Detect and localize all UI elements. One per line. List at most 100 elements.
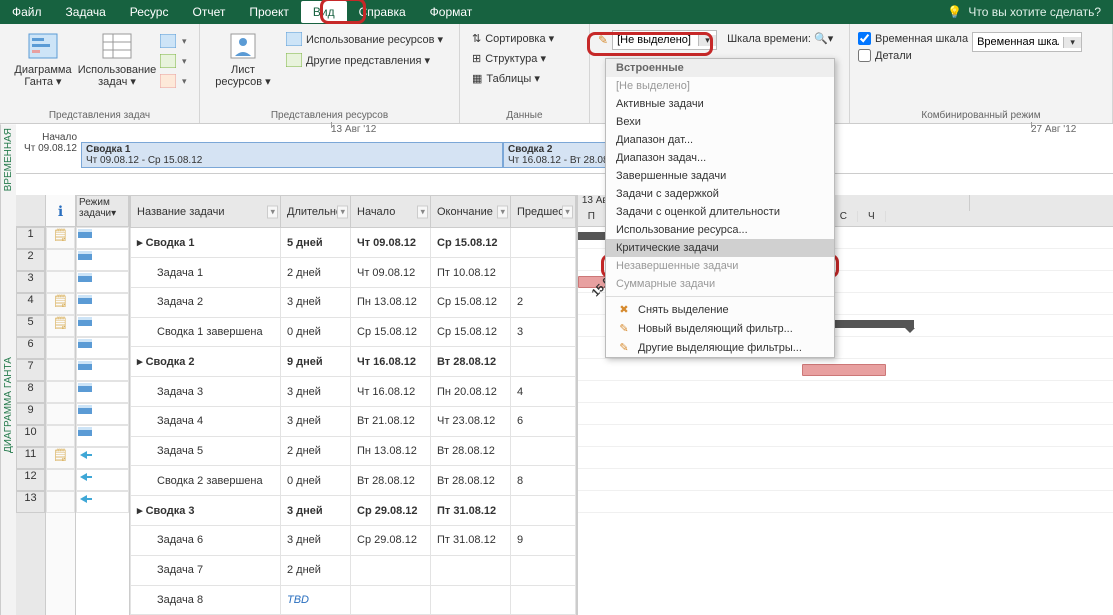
- note-icon: 🗒: [53, 316, 68, 330]
- info-cell: [46, 381, 75, 403]
- details-checkbox[interactable]: Детали: [858, 49, 968, 62]
- filter-menu-item[interactable]: Активные задачи: [606, 95, 834, 113]
- filter-menu-item[interactable]: Диапазон дат...: [606, 131, 834, 149]
- filter-menu-item[interactable]: Вехи: [606, 113, 834, 131]
- tellme-text[interactable]: Что вы хотите сделать?: [968, 5, 1101, 19]
- table-row[interactable]: ▸ Сводка 29 днейЧт 16.08.12Вт 28.08.12: [131, 347, 576, 377]
- row-header[interactable]: 3: [16, 271, 45, 293]
- menu-отчет[interactable]: Отчет: [180, 1, 237, 23]
- filter-menu-item[interactable]: Незавершенные задачи: [606, 257, 834, 275]
- ribbon-mini-2[interactable]: [156, 52, 191, 70]
- pin-icon: [77, 448, 93, 462]
- gantt-view-button[interactable]: Диаграмма Ганта ▾: [8, 28, 78, 90]
- timeline-strip[interactable]: Начало Чт 09.08.12 13 Авг '1227 Авг '12С…: [16, 124, 1113, 174]
- row-header[interactable]: 12: [16, 469, 45, 491]
- filter-menu-action[interactable]: ✎Другие выделяющие фильтры...: [606, 338, 834, 357]
- info-cell: 🗒: [46, 227, 75, 249]
- task-mode-cell[interactable]: [76, 337, 129, 359]
- timeline-checkbox[interactable]: Временная шкала: [858, 32, 968, 45]
- outline-item[interactable]: ⊞ Структура ▾: [468, 50, 558, 67]
- table-row[interactable]: ▸ Сводка 15 днейЧт 09.08.12Ср 15.08.12: [131, 228, 576, 258]
- task-mode-cell[interactable]: [76, 469, 129, 491]
- task-mode-cell[interactable]: [76, 249, 129, 271]
- task-mode-cell[interactable]: [76, 315, 129, 337]
- task-mode-cell[interactable]: [76, 271, 129, 293]
- task-mode-cell[interactable]: [76, 381, 129, 403]
- row-header[interactable]: 8: [16, 381, 45, 403]
- zoom-icon[interactable]: 🔍▾: [814, 33, 833, 45]
- timeline-section-label: ВРЕМЕННАЯ: [0, 124, 16, 195]
- action-icon: ✎: [616, 322, 632, 335]
- row-header[interactable]: 13: [16, 491, 45, 513]
- timeline-start-label: Начало: [16, 132, 77, 143]
- task-table[interactable]: Название задачи▾ Длительнс▾ Начало▾ Окон…: [130, 195, 576, 615]
- table-row[interactable]: Сводка 1 завершена0 днейСр 15.08.12Ср 15…: [131, 317, 576, 347]
- menu-справка[interactable]: Справка: [347, 1, 418, 23]
- table-row[interactable]: Задача 43 днейВт 21.08.12Чт 23.08.126: [131, 406, 576, 436]
- task-mode-cell[interactable]: [76, 403, 129, 425]
- table-row[interactable]: Задача 8TBD: [131, 585, 576, 615]
- task-mode-cell[interactable]: [76, 359, 129, 381]
- task-usage-button[interactable]: Использование задач ▾: [82, 28, 152, 90]
- task-mode-cell[interactable]: [76, 293, 129, 315]
- row-header[interactable]: 9: [16, 403, 45, 425]
- resource-usage-item[interactable]: Использование ресурсов ▾: [282, 30, 447, 48]
- timeline-lane[interactable]: Сводка 1Чт 09.08.12 - Ср 15.08.12: [81, 142, 503, 168]
- task-mode-cell[interactable]: [76, 491, 129, 513]
- filter-menu-item[interactable]: Задачи с оценкой длительности: [606, 203, 834, 221]
- filter-menu-item[interactable]: Завершенные задачи: [606, 167, 834, 185]
- filter-menu-item[interactable]: Использование ресурса...: [606, 221, 834, 239]
- info-cell: [46, 469, 75, 491]
- table-row[interactable]: Задача 52 днейПн 13.08.12Вт 28.08.12: [131, 436, 576, 466]
- row-header[interactable]: 4: [16, 293, 45, 315]
- row-header[interactable]: 5: [16, 315, 45, 337]
- row-header[interactable]: 6: [16, 337, 45, 359]
- ribbon-mini-3[interactable]: [156, 72, 191, 90]
- table-row[interactable]: Задача 12 днейЧт 09.08.12Пт 10.08.12: [131, 258, 576, 288]
- table-row[interactable]: Задача 23 днейПн 13.08.12Ср 15.08.122: [131, 287, 576, 317]
- row-header[interactable]: 10: [16, 425, 45, 447]
- filter-menu-item[interactable]: Критические задачи: [606, 239, 834, 257]
- table-row[interactable]: Задача 72 дней: [131, 555, 576, 585]
- auto-icon: [77, 360, 95, 374]
- ribbon-mini-1[interactable]: [156, 32, 191, 50]
- table-row[interactable]: Сводка 2 завершена0 днейВт 28.08.12Вт 28…: [131, 466, 576, 496]
- menu-проект[interactable]: Проект: [237, 1, 301, 23]
- resource-sheet-button[interactable]: Лист ресурсов ▾: [208, 28, 278, 90]
- gantt-view-label: Диаграмма Ганта ▾: [10, 64, 76, 88]
- highlight-filter-dropdown[interactable]: ▾: [612, 30, 717, 50]
- gantt-row: [578, 381, 1113, 403]
- filter-menu-item[interactable]: [Не выделено]: [606, 77, 834, 95]
- task-mode-cell[interactable]: [76, 227, 129, 249]
- timeline-view-select[interactable]: ▾: [972, 32, 1082, 52]
- menu-формат[interactable]: Формат: [418, 1, 485, 23]
- menu-задача[interactable]: Задача: [54, 1, 118, 23]
- filter-menu-action[interactable]: ✖Снять выделение: [606, 300, 834, 319]
- filter-menu-item[interactable]: Диапазон задач...: [606, 149, 834, 167]
- row-header[interactable]: 7: [16, 359, 45, 381]
- gantt-row: [578, 491, 1113, 513]
- menu-вид[interactable]: Вид: [301, 1, 347, 23]
- gantt-bar-task[interactable]: [802, 364, 886, 376]
- task-mode-cell[interactable]: [76, 425, 129, 447]
- filter-menu-item[interactable]: Задачи с задержкой: [606, 185, 834, 203]
- other-views-item[interactable]: Другие представления ▾: [282, 51, 447, 69]
- row-header[interactable]: 1: [16, 227, 45, 249]
- row-header[interactable]: 2: [16, 249, 45, 271]
- menu-ресурс[interactable]: Ресурс: [118, 1, 181, 23]
- chevron-down-icon[interactable]: ▾: [1063, 37, 1081, 48]
- table-row[interactable]: ▸ Сводка 33 днейСр 29.08.12Пт 31.08.12: [131, 496, 576, 526]
- filter-menu-action[interactable]: ✎Новый выделяющий фильтр...: [606, 319, 834, 338]
- info-cell: 🗒: [46, 293, 75, 315]
- table-row[interactable]: Задача 63 днейСр 29.08.12Пт 31.08.129: [131, 526, 576, 556]
- row-header[interactable]: 11: [16, 447, 45, 469]
- info-cell: [46, 249, 75, 271]
- tables-item[interactable]: ▦ Таблицы ▾: [468, 70, 558, 87]
- task-mode-cell[interactable]: [76, 447, 129, 469]
- sort-item[interactable]: ⇅ Сортировка ▾: [468, 30, 558, 47]
- chevron-down-icon[interactable]: ▾: [698, 35, 716, 46]
- table-row[interactable]: Задача 33 днейЧт 16.08.12Пн 20.08.124: [131, 377, 576, 407]
- menu-файл[interactable]: Файл: [0, 1, 54, 23]
- highlight-filter-value[interactable]: [613, 33, 698, 47]
- filter-menu-item[interactable]: Суммарные задачи: [606, 275, 834, 293]
